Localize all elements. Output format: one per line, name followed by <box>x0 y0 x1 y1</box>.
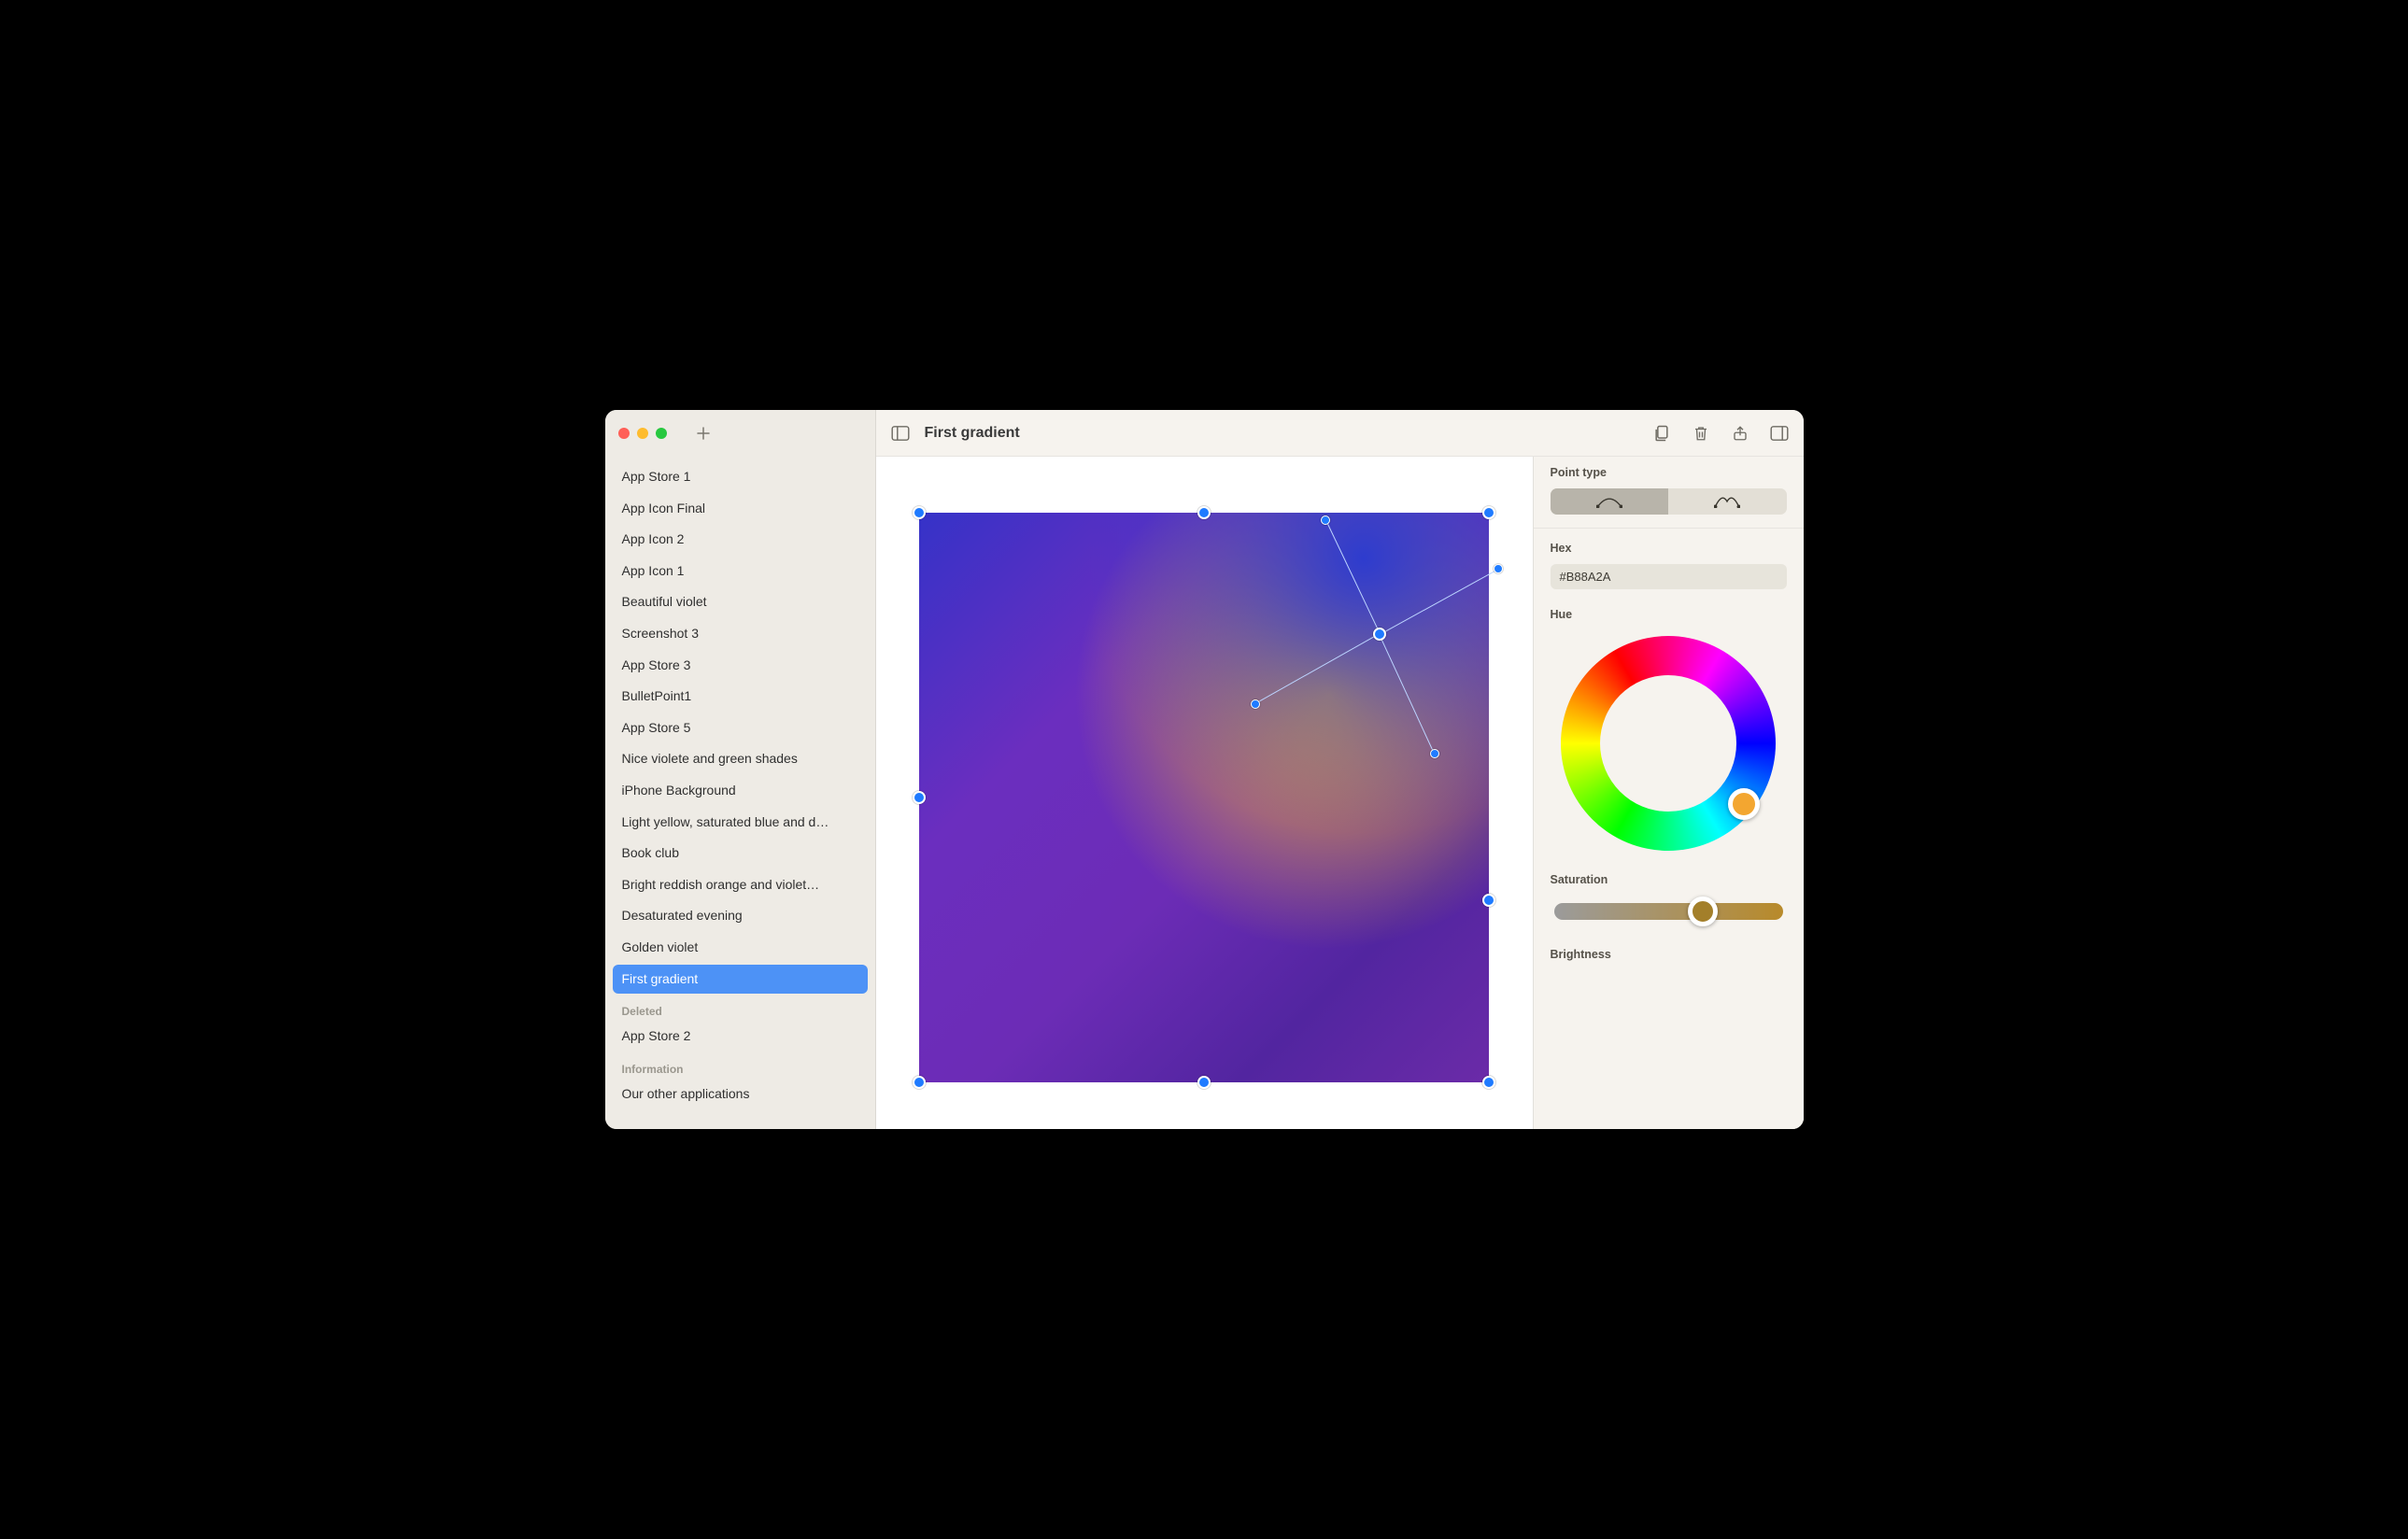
sidebar-item[interactable]: BulletPoint1 <box>613 682 868 712</box>
minimize-window-button[interactable] <box>637 428 648 439</box>
control-point[interactable] <box>1494 564 1503 573</box>
sidebar-item[interactable]: First gradient <box>613 965 868 995</box>
saturation-knob[interactable] <box>1688 897 1718 926</box>
control-point[interactable] <box>1482 1076 1495 1089</box>
toggle-sidebar-button[interactable] <box>891 424 910 443</box>
hue-label: Hue <box>1551 608 1787 621</box>
point-type-smooth[interactable] <box>1551 488 1669 515</box>
close-window-button[interactable] <box>618 428 630 439</box>
sidebar-item[interactable]: Beautiful violet <box>613 587 868 617</box>
sidebar-section-deleted: Deleted <box>613 995 868 1022</box>
delete-button[interactable] <box>1692 424 1710 443</box>
control-point[interactable] <box>1321 515 1330 525</box>
app-window: App Store 1App Icon FinalApp Icon 2App I… <box>605 410 1804 1129</box>
sidebar-item[interactable]: App Icon 1 <box>613 557 868 586</box>
toolbar: First gradient <box>876 410 1804 457</box>
saturation-label: Saturation <box>1551 873 1787 886</box>
sidebar-item[interactable]: Golden violet <box>613 933 868 963</box>
sidebar-item[interactable]: Nice violete and green shades <box>613 744 868 774</box>
sidebar: App Store 1App Icon FinalApp Icon 2App I… <box>605 410 876 1129</box>
window-controls <box>618 428 667 439</box>
sidebar-titlebar <box>605 410 875 457</box>
sidebar-item[interactable]: App Icon Final <box>613 494 868 524</box>
gradient-list: App Store 1App Icon FinalApp Icon 2App I… <box>605 457 875 1129</box>
brightness-label: Brightness <box>1551 948 1787 961</box>
control-point[interactable] <box>913 791 926 804</box>
main-column: First gradient <box>876 410 1804 1129</box>
control-point[interactable] <box>1197 506 1211 519</box>
add-gradient-button[interactable] <box>695 425 712 442</box>
point-type-sharp[interactable] <box>1668 488 1787 515</box>
hue-wheel[interactable] <box>1561 636 1776 851</box>
sidebar-item[interactable]: Book club <box>613 839 868 868</box>
sidebar-item[interactable]: Our other applications <box>613 1080 868 1109</box>
point-type-label: Point type <box>1551 466 1787 479</box>
sidebar-item[interactable]: Desaturated evening <box>613 901 868 931</box>
control-point[interactable] <box>1373 628 1386 641</box>
point-type-segmented <box>1551 488 1787 515</box>
inspector-panel: Point type Hex #B88A2A Hue <box>1533 457 1804 1129</box>
gradient-canvas[interactable] <box>919 513 1489 1082</box>
sidebar-item[interactable]: App Store 2 <box>613 1022 868 1052</box>
hue-knob[interactable] <box>1728 788 1760 820</box>
sidebar-section-information: Information <box>613 1053 868 1080</box>
hue-wheel-center <box>1600 675 1736 812</box>
hex-input[interactable]: #B88A2A <box>1551 564 1787 589</box>
sidebar-item[interactable]: App Icon 2 <box>613 525 868 555</box>
control-point[interactable] <box>1197 1076 1211 1089</box>
sidebar-item[interactable]: App Store 3 <box>613 651 868 681</box>
share-button[interactable] <box>1731 424 1749 443</box>
saturation-slider[interactable] <box>1554 903 1783 920</box>
sidebar-item[interactable]: App Store 1 <box>613 462 868 492</box>
control-point[interactable] <box>913 1076 926 1089</box>
control-point[interactable] <box>1482 506 1495 519</box>
zoom-window-button[interactable] <box>656 428 667 439</box>
control-point[interactable] <box>1251 699 1260 709</box>
sidebar-item[interactable]: iPhone Background <box>613 776 868 806</box>
sidebar-item[interactable]: Bright reddish orange and violet… <box>613 870 868 900</box>
control-point[interactable] <box>1430 749 1439 758</box>
gradient-preview <box>919 513 1489 1082</box>
sidebar-item[interactable]: Light yellow, saturated blue and d… <box>613 808 868 838</box>
control-point[interactable] <box>1482 894 1495 907</box>
toggle-inspector-button[interactable] <box>1770 424 1789 443</box>
content-row: Point type Hex #B88A2A Hue <box>876 457 1804 1129</box>
control-point[interactable] <box>913 506 926 519</box>
duplicate-button[interactable] <box>1652 424 1671 443</box>
sidebar-item[interactable]: Screenshot 3 <box>613 619 868 649</box>
hex-label: Hex <box>1551 542 1787 555</box>
document-title: First gradient <box>925 425 1020 442</box>
sidebar-item[interactable]: App Store 5 <box>613 713 868 743</box>
canvas-area[interactable] <box>876 457 1533 1129</box>
